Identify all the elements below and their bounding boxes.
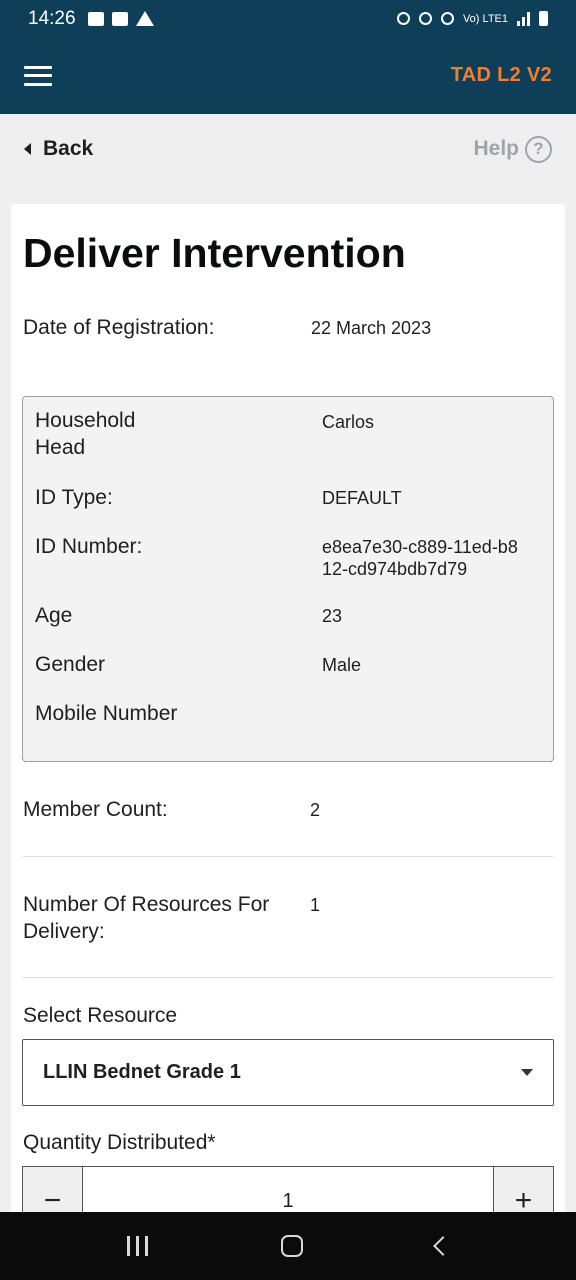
member-count-label: Member Count: xyxy=(23,798,168,821)
caret-left-icon xyxy=(24,143,31,155)
status-time: 14:26 xyxy=(28,7,76,29)
age-label: Age xyxy=(35,604,73,627)
app-title: TAD L2 V2 xyxy=(450,64,552,86)
divider xyxy=(22,977,554,978)
youtube-icon xyxy=(111,11,128,26)
select-resource-dropdown[interactable]: LLIN Bednet Grade 1 xyxy=(22,1039,554,1106)
id-number-label: ID Number: xyxy=(35,535,143,558)
quantity-distributed-label: Quantity Distributed* xyxy=(23,1131,216,1154)
alarm-icon xyxy=(418,12,432,25)
select-resource-value: LLIN Bednet Grade 1 xyxy=(43,1061,241,1083)
help-label: Help xyxy=(473,137,519,160)
back-arrow-icon[interactable] xyxy=(432,1236,453,1256)
signal-icon xyxy=(517,11,530,26)
warning-icon xyxy=(135,11,154,26)
status-left: 14:26 xyxy=(28,8,154,30)
status-bar: 14:26 Vo) LTE1 xyxy=(0,0,576,37)
chevron-down-icon xyxy=(521,1069,533,1076)
hamburger-menu-icon[interactable] xyxy=(24,65,52,86)
nav-row: Back Help ? xyxy=(0,114,576,184)
household-head-label: Household Head xyxy=(35,409,136,459)
back-button[interactable]: Back xyxy=(24,137,93,161)
id-type-value: DEFAULT xyxy=(322,488,402,508)
resources-for-delivery-label: Number Of Resources For Delivery: xyxy=(23,893,270,943)
form-card: Deliver Intervention Date of Registratio… xyxy=(11,204,565,1280)
help-circle-icon: ? xyxy=(525,135,552,163)
id-number-value: e8ea7e30-c889-11ed-b812-cd974bdb7d79 xyxy=(322,537,518,579)
member-count-value: 2 xyxy=(310,800,321,820)
recent-apps-icon[interactable] xyxy=(126,1236,148,1256)
system-nav-bar xyxy=(0,1212,576,1280)
battery-icon xyxy=(539,11,548,26)
household-details-box: Household Head Carlos ID Type: DEFAULT I… xyxy=(22,396,554,762)
household-head-value: Carlos xyxy=(322,412,375,432)
gender-label: Gender xyxy=(35,653,106,676)
location-icon xyxy=(440,12,454,25)
divider xyxy=(22,856,554,857)
back-label: Back xyxy=(43,137,94,160)
home-icon[interactable] xyxy=(280,1235,303,1257)
select-resource-label: Select Resource xyxy=(23,1004,178,1027)
network-label: Vo) LTE1 xyxy=(462,12,508,25)
page-title: Deliver Intervention xyxy=(23,230,406,276)
date-of-registration-value: 22 March 2023 xyxy=(311,318,432,338)
mobile-number-label: Mobile Number xyxy=(35,702,178,725)
age-value: 23 xyxy=(322,606,343,626)
id-type-label: ID Type: xyxy=(35,486,113,509)
date-of-registration-label: Date of Registration: xyxy=(23,316,215,339)
download-icon xyxy=(396,12,410,25)
help-button[interactable]: Help ? xyxy=(473,135,552,163)
status-right: Vo) LTE1 xyxy=(396,11,548,26)
gallery-icon xyxy=(87,11,104,26)
resources-for-delivery-value: 1 xyxy=(310,895,321,915)
app-bar: TAD L2 V2 xyxy=(0,37,576,114)
gender-value: Male xyxy=(322,655,362,675)
